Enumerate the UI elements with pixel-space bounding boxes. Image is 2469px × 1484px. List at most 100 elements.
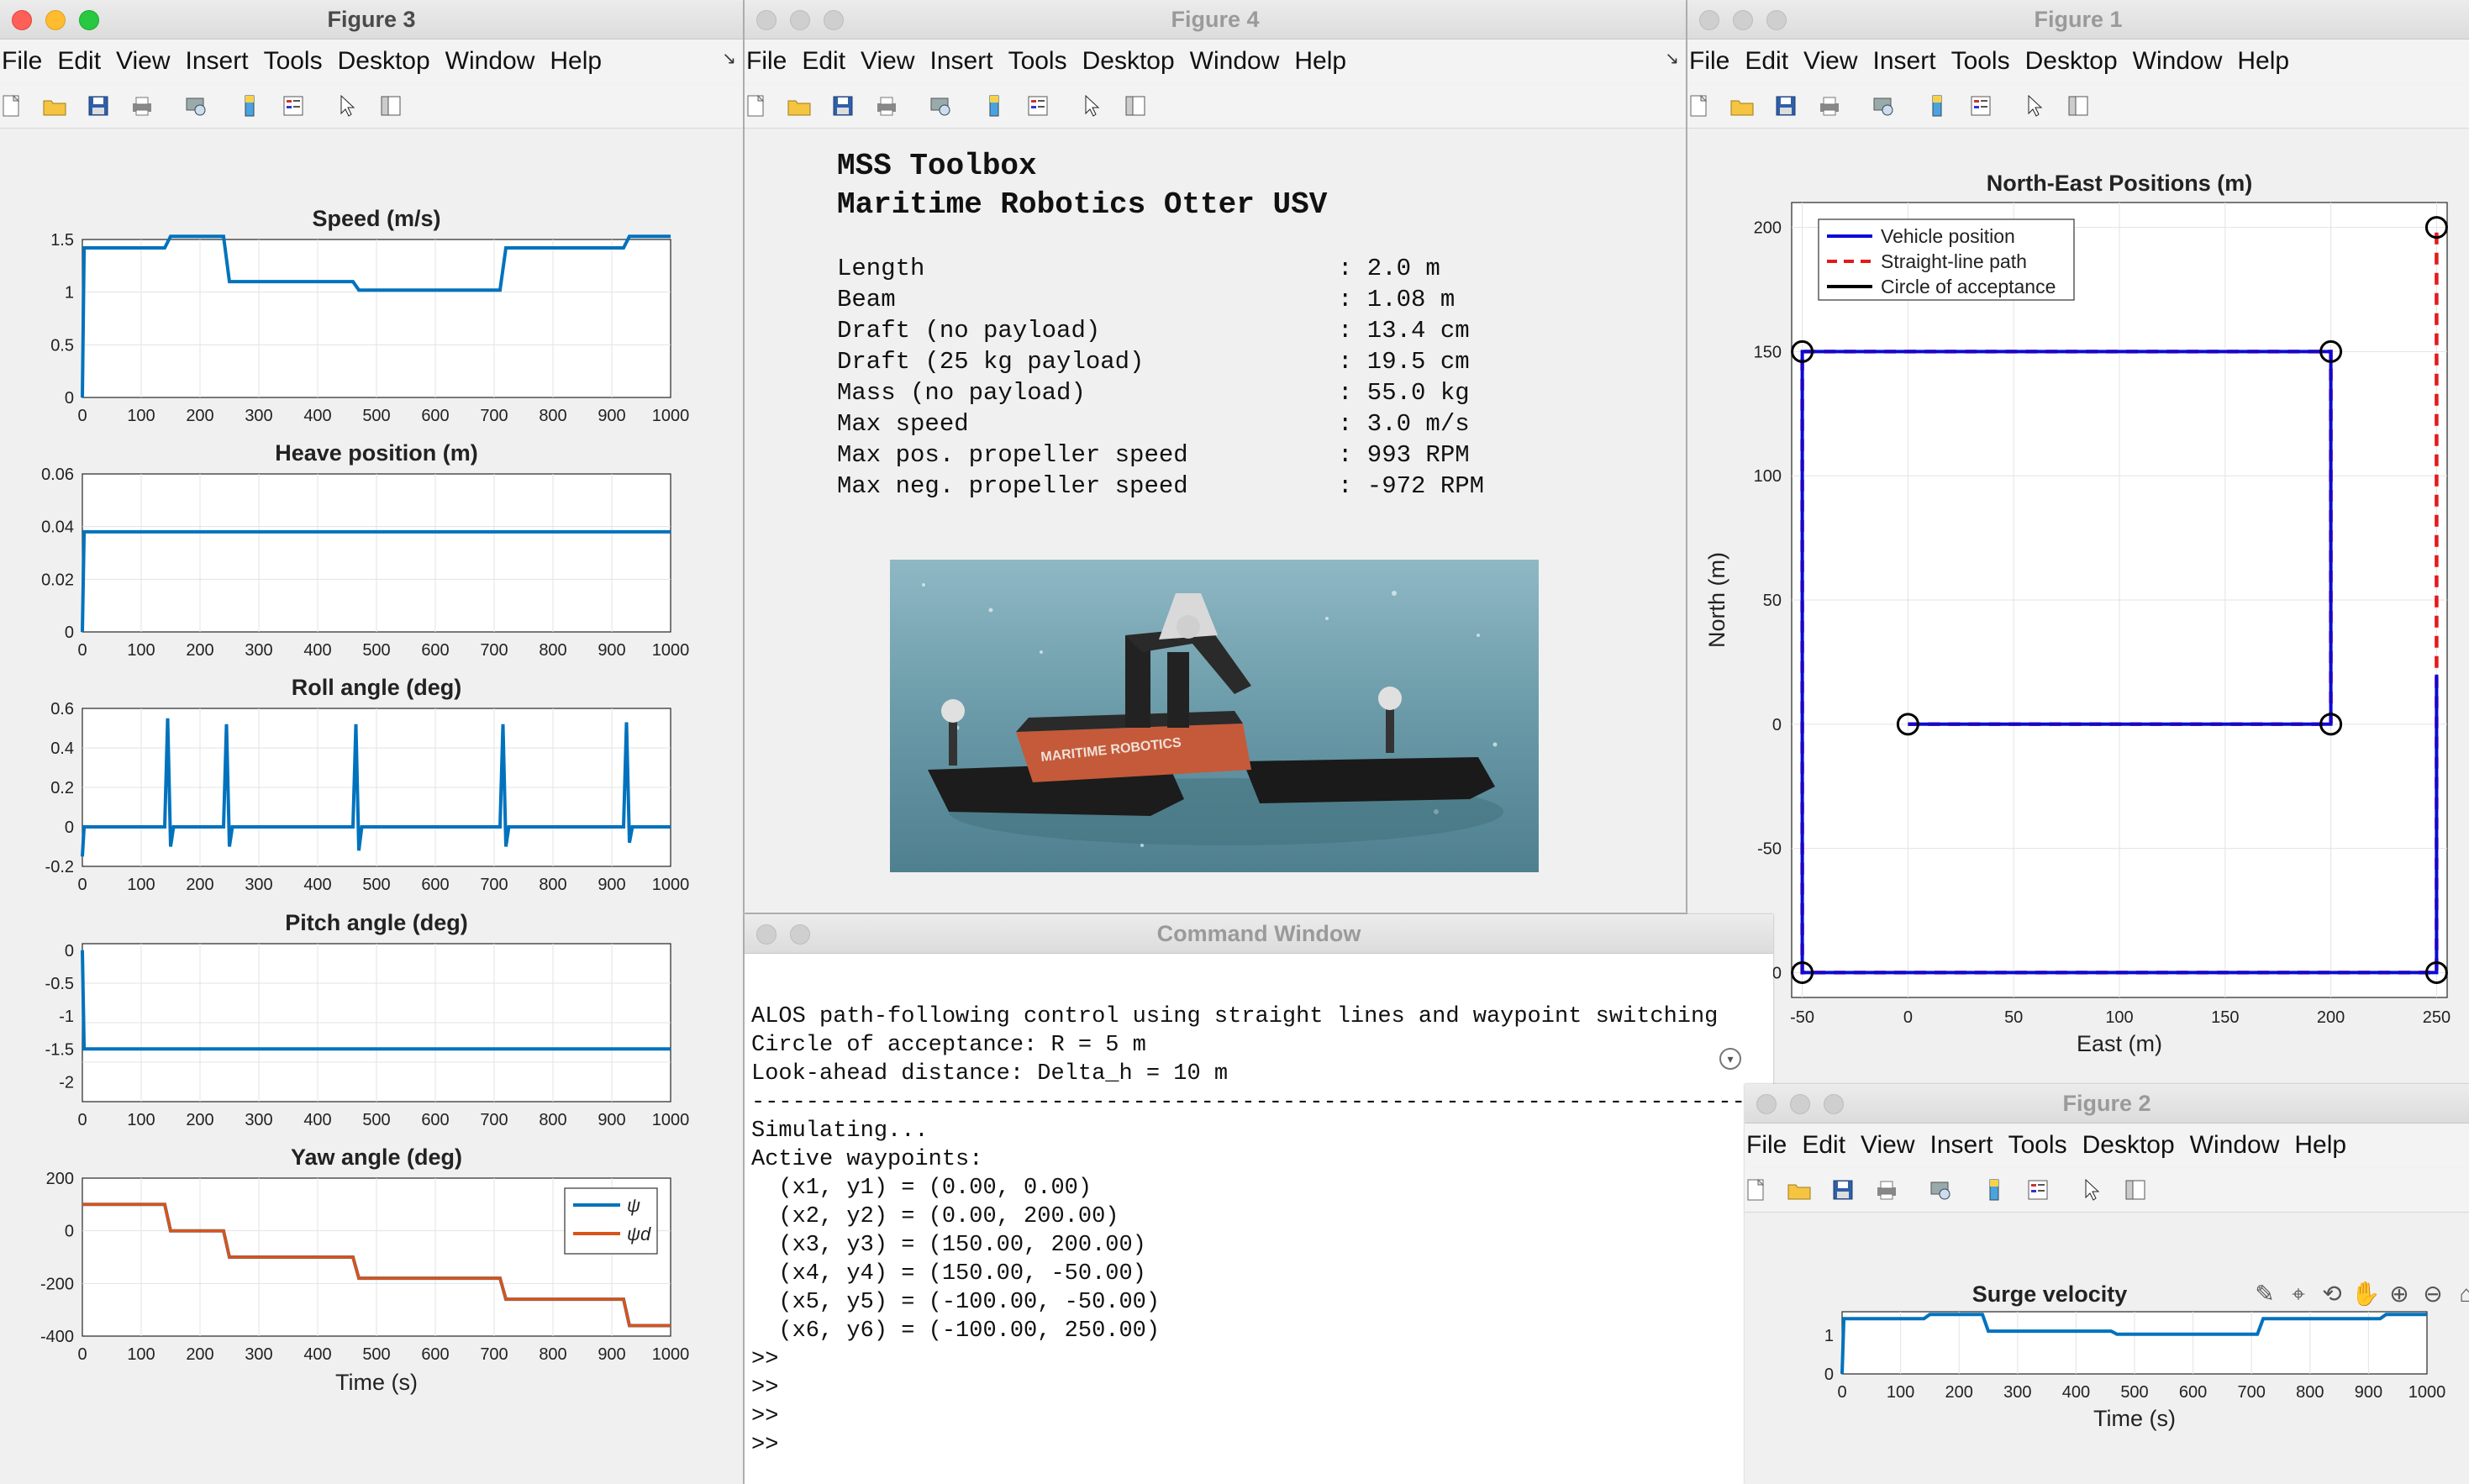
open-file-icon[interactable]	[785, 92, 813, 120]
print-icon[interactable]	[128, 92, 156, 120]
colorbar-icon[interactable]	[1923, 92, 1951, 120]
menu-edit[interactable]: Edit	[1800, 1131, 1859, 1160]
menu-edit[interactable]: Edit	[800, 47, 859, 76]
legend-icon[interactable]	[2024, 1176, 2052, 1204]
print-icon[interactable]	[872, 92, 901, 120]
menu-tools[interactable]: Tools	[1007, 47, 1081, 76]
roll-plot-title: Roll angle (deg)	[292, 675, 462, 700]
menu-view[interactable]: View	[859, 47, 928, 76]
legend-icon[interactable]	[279, 92, 308, 120]
data-tips-icon[interactable]: ⌖	[2292, 1281, 2305, 1307]
print-preview-icon[interactable]	[182, 92, 210, 120]
menu-window[interactable]: Window	[2188, 1131, 2293, 1160]
command-line: (x5, y5) = (-100.00, -50.00)	[751, 1290, 1161, 1315]
menu-desktop[interactable]: Desktop	[1081, 47, 1188, 76]
legend-icon[interactable]	[1966, 92, 1995, 120]
y-tick-label: -1.5	[45, 1040, 74, 1059]
colorbar-icon[interactable]	[1980, 1176, 2008, 1204]
new-figure-icon[interactable]	[1687, 92, 1713, 120]
save-icon[interactable]	[84, 92, 113, 120]
colorbar-icon[interactable]	[235, 92, 264, 120]
menu-desktop[interactable]: Desktop	[2024, 47, 2131, 76]
x-tick-label: 400	[303, 1345, 331, 1364]
yaw-legend[interactable]: ψ ψd	[564, 1187, 658, 1255]
menu-help[interactable]: Help	[2293, 1131, 2360, 1160]
menu-desktop[interactable]: Desktop	[336, 47, 444, 76]
plot-tools-icon[interactable]	[1121, 92, 1150, 120]
dock-icon[interactable]: ↘	[722, 48, 736, 69]
menu-help[interactable]: Help	[548, 47, 615, 76]
x-tick-label: 300	[245, 407, 272, 425]
command-line: Look-ahead distance: Delta_h = 10 m	[751, 1061, 1229, 1087]
menu-view[interactable]: View	[1859, 1131, 1928, 1160]
menu-window[interactable]: Window	[444, 47, 549, 76]
command-line: >>	[751, 1404, 779, 1429]
menu-insert[interactable]: Insert	[929, 47, 1007, 76]
save-icon[interactable]	[829, 92, 857, 120]
figure1-titlebar[interactable]: Figure 1	[1687, 0, 2469, 39]
plot-tools-icon[interactable]	[2121, 1176, 2150, 1204]
print-preview-icon[interactable]	[1926, 1176, 1955, 1204]
open-file-icon[interactable]	[1728, 92, 1756, 120]
zoom-out-icon[interactable]: ⊖	[2423, 1281, 2442, 1307]
menu-file[interactable]: File	[0, 47, 55, 76]
speed-plot-title: Speed (m/s)	[312, 206, 440, 231]
rotate-icon[interactable]: ⟲	[2322, 1281, 2341, 1307]
menu-window[interactable]: Window	[2131, 47, 2236, 76]
home-icon[interactable]: ⌂	[2460, 1281, 2469, 1307]
zoom-in-icon[interactable]: ⊕	[2389, 1281, 2408, 1307]
print-icon[interactable]	[1815, 92, 1844, 120]
save-icon[interactable]	[1829, 1176, 1857, 1204]
menu-edit[interactable]: Edit	[1743, 47, 1802, 76]
plot-tools-icon[interactable]	[376, 92, 405, 120]
edit-plot-arrow-icon[interactable]	[333, 92, 361, 120]
dock-icon[interactable]: ↘	[1665, 48, 1679, 69]
figure2-titlebar[interactable]: Figure 2	[1745, 1084, 2469, 1124]
menu-window[interactable]: Window	[1188, 47, 1293, 76]
x-axis-label: Time (s)	[2093, 1406, 2176, 1431]
command-window-titlebar[interactable]: Command Window	[745, 914, 1773, 954]
command-line: >>	[751, 1433, 779, 1458]
menu-file[interactable]: File	[1687, 47, 1743, 76]
options-icon[interactable]: ▾	[1719, 1048, 1741, 1070]
x-axis-label: East (m)	[2077, 1031, 2162, 1056]
edit-plot-arrow-icon[interactable]	[2077, 1176, 2106, 1204]
print-preview-icon[interactable]	[1869, 92, 1898, 120]
menu-file[interactable]: File	[745, 47, 800, 76]
x-tick-label: 1000	[652, 407, 690, 425]
legend-icon[interactable]	[1024, 92, 1052, 120]
colorbar-icon[interactable]	[980, 92, 1008, 120]
open-file-icon[interactable]	[40, 92, 69, 120]
menu-help[interactable]: Help	[1292, 47, 1360, 76]
plot-tools-icon[interactable]	[2064, 92, 2093, 120]
menu-tools[interactable]: Tools	[2007, 1131, 2081, 1160]
print-preview-icon[interactable]	[926, 92, 955, 120]
figure4-titlebar[interactable]: Figure 4	[745, 0, 1686, 39]
menu-insert[interactable]: Insert	[184, 47, 262, 76]
menu-file[interactable]: File	[1745, 1131, 1800, 1160]
ne-legend[interactable]: Vehicle position Straight-line path Circle…	[1818, 218, 2075, 301]
menu-view[interactable]: View	[1802, 47, 1871, 76]
menu-help[interactable]: Help	[2235, 47, 2303, 76]
menu-insert[interactable]: Insert	[1871, 47, 1950, 76]
new-figure-icon[interactable]	[745, 92, 770, 120]
open-file-icon[interactable]	[1785, 1176, 1814, 1204]
menu-edit[interactable]: Edit	[55, 47, 114, 76]
print-icon[interactable]	[1872, 1176, 1901, 1204]
new-figure-icon[interactable]	[0, 92, 25, 120]
menu-tools[interactable]: Tools	[1950, 47, 2024, 76]
menu-insert[interactable]: Insert	[1929, 1131, 2007, 1160]
brush-icon[interactable]: ✎	[2255, 1281, 2274, 1307]
menu-view[interactable]: View	[114, 47, 183, 76]
pan-icon[interactable]: ✋	[2351, 1280, 2381, 1307]
menu-desktop[interactable]: Desktop	[2081, 1131, 2188, 1160]
edit-plot-arrow-icon[interactable]	[2020, 92, 2049, 120]
figure3-titlebar[interactable]: Figure 3	[0, 0, 743, 39]
save-icon[interactable]	[1771, 92, 1800, 120]
edit-plot-arrow-icon[interactable]	[1077, 92, 1106, 120]
x-tick-label: 1000	[652, 1111, 690, 1129]
x-tick-label: 300	[245, 1111, 272, 1129]
menu-tools[interactable]: Tools	[262, 47, 336, 76]
new-figure-icon[interactable]	[1745, 1176, 1770, 1204]
command-output[interactable]: ALOS path-following control using straig…	[745, 954, 1773, 1484]
